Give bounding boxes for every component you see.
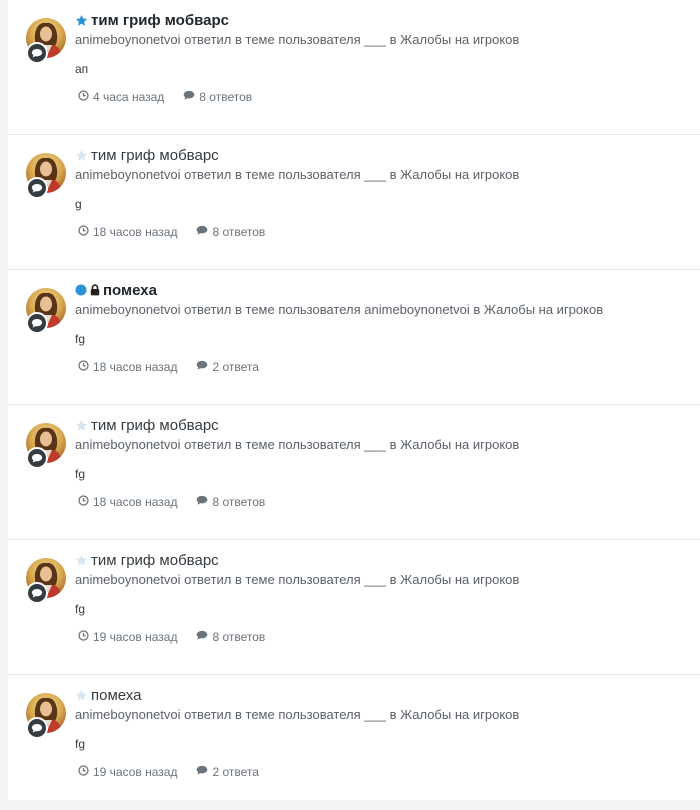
reply-count-label: 8 ответов [212, 225, 266, 239]
reply-badge-icon [26, 42, 48, 64]
topic-title-link[interactable]: тим гриф мобварс [91, 417, 219, 434]
activity-text: animeboynonetvoi ответил в теме пользова… [75, 707, 520, 722]
post-snippet: ап [75, 62, 89, 76]
topic-title-link[interactable]: тим гриф мобварс [91, 552, 219, 569]
reply-badge-icon [26, 447, 48, 469]
post-snippet: fg [75, 602, 86, 616]
reply-count-label: 8 ответов [212, 630, 266, 644]
star-outline-icon[interactable] [75, 149, 88, 162]
list-item: тим гриф мобварс animeboynonetvoi ответи… [8, 135, 700, 270]
post-snippet: fg [75, 467, 86, 481]
comment-icon [183, 90, 199, 104]
activity-text: animeboynonetvoi ответил в теме пользова… [75, 167, 520, 182]
reply-count-label: 2 ответа [212, 360, 259, 374]
clock-icon [78, 90, 93, 104]
reply-count-label: 8 ответов [212, 495, 266, 509]
star-filled-icon[interactable] [75, 14, 88, 27]
reply-badge-icon [26, 582, 48, 604]
clock-icon [78, 360, 93, 374]
reply-count-label: 2 ответа [212, 765, 259, 779]
list-item: тим гриф мобварс animeboynonetvoi ответи… [8, 405, 700, 540]
timestamp[interactable]: 18 часов назад [78, 495, 177, 509]
topic-title-link[interactable]: помеха [103, 282, 157, 299]
topic-title-link[interactable]: тим гриф мобварс [91, 147, 219, 164]
clock-icon [78, 765, 93, 779]
activity-text: animeboynonetvoi ответил в теме пользова… [75, 32, 520, 47]
reply-badge-icon [26, 717, 48, 739]
reply-count[interactable]: 8 ответов [196, 630, 265, 644]
post-snippet: fg [75, 737, 86, 751]
reply-count[interactable]: 8 ответов [196, 225, 265, 239]
topic-title-row[interactable]: тим гриф мобварс [75, 550, 690, 570]
unread-dot-icon[interactable] [75, 284, 87, 296]
list-item: тим гриф мобварс animeboynonetvoi ответи… [8, 540, 700, 675]
post-snippet: g [75, 197, 82, 211]
activity-text: animeboynonetvoi ответил в теме пользова… [75, 302, 604, 317]
timestamp-label: 18 часов назад [93, 360, 178, 374]
reply-count[interactable]: 8 ответов [183, 90, 252, 104]
comment-icon [196, 765, 212, 779]
activity-feed: тим гриф мобварс animeboynonetvoi ответи… [8, 0, 700, 800]
topic-title-link[interactable]: помеха [91, 687, 141, 704]
comment-icon [196, 360, 212, 374]
comment-icon [196, 495, 212, 509]
comment-icon [196, 225, 212, 239]
timestamp[interactable]: 19 часов назад [78, 765, 177, 779]
post-snippet: fg [75, 332, 86, 346]
topic-title-link[interactable]: тим гриф мобварс [91, 12, 229, 29]
reply-count[interactable]: 2 ответа [196, 360, 259, 374]
topic-title-row[interactable]: тим гриф мобварс [75, 145, 690, 165]
timestamp-label: 19 часов назад [93, 630, 178, 644]
timestamp[interactable]: 4 часа назад [78, 90, 164, 104]
reply-count[interactable]: 8 ответов [196, 495, 265, 509]
timestamp[interactable]: 18 часов назад [78, 360, 177, 374]
lock-icon [90, 284, 100, 296]
clock-icon [78, 225, 93, 239]
activity-text: animeboynonetvoi ответил в теме пользова… [75, 437, 520, 452]
timestamp-label: 18 часов назад [93, 495, 178, 509]
clock-icon [78, 630, 93, 644]
list-item: помеха animeboynonetvoi ответил в теме п… [8, 270, 700, 405]
star-outline-icon[interactable] [75, 689, 88, 702]
topic-title-row[interactable]: тим гриф мобварс [75, 415, 690, 435]
reply-badge-icon [26, 177, 48, 199]
activity-text: animeboynonetvoi ответил в теме пользова… [75, 572, 520, 587]
comment-icon [196, 630, 212, 644]
star-outline-icon[interactable] [75, 419, 88, 432]
timestamp-label: 18 часов назад [93, 225, 178, 239]
star-outline-icon[interactable] [75, 554, 88, 567]
list-item: помеха animeboynonetvoi ответил в теме п… [8, 675, 700, 810]
reply-count-label: 8 ответов [199, 90, 253, 104]
topic-title-row[interactable]: помеха [75, 280, 690, 300]
timestamp-label: 4 часа назад [93, 90, 165, 104]
topic-title-row[interactable]: помеха [75, 685, 690, 705]
reply-count[interactable]: 2 ответа [196, 765, 259, 779]
list-item: тим гриф мобварс animeboynonetvoi ответи… [8, 0, 700, 135]
timestamp[interactable]: 18 часов назад [78, 225, 177, 239]
clock-icon [78, 495, 93, 509]
topic-title-row[interactable]: тим гриф мобварс [75, 10, 690, 30]
reply-badge-icon [26, 312, 48, 334]
timestamp[interactable]: 19 часов назад [78, 630, 177, 644]
timestamp-label: 19 часов назад [93, 765, 178, 779]
